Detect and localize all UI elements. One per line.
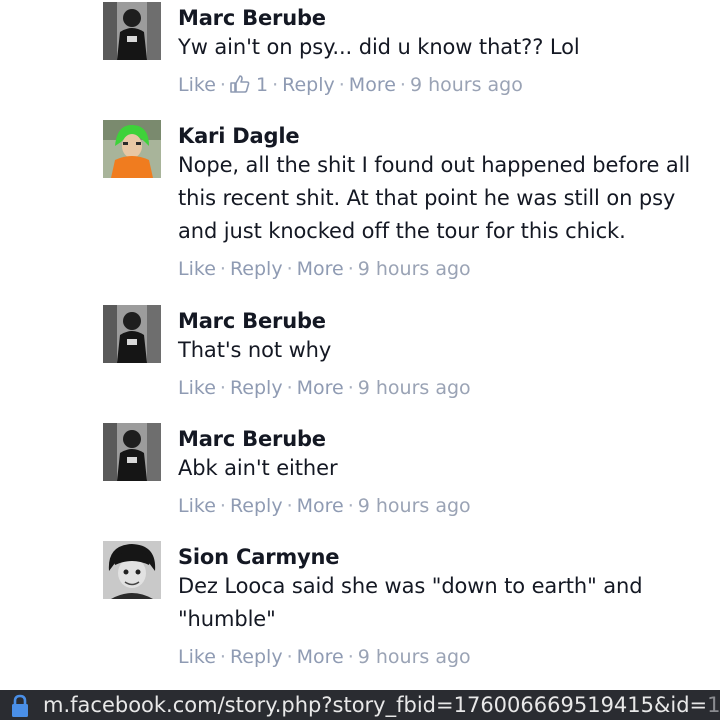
comment-text: That's not why bbox=[178, 338, 332, 362]
comment-text: Yw ain't on psy... did u know that?? Lol bbox=[178, 35, 580, 59]
avatar[interactable] bbox=[103, 423, 161, 481]
reply-link[interactable]: Reply bbox=[230, 495, 283, 517]
comment-actions: Like · Reply · More · 9 hours ago bbox=[178, 377, 471, 399]
comment-author[interactable]: Marc Berube bbox=[178, 308, 704, 334]
thumbs-up-icon[interactable] bbox=[230, 75, 250, 99]
like-count[interactable]: 1 bbox=[256, 74, 268, 96]
reply-link[interactable]: Reply bbox=[230, 646, 283, 668]
more-link[interactable]: More bbox=[297, 646, 344, 668]
comment-timestamp[interactable]: 9 hours ago bbox=[358, 377, 471, 399]
comment-author[interactable]: Kari Dagle bbox=[178, 123, 704, 149]
comment-timestamp[interactable]: 9 hours ago bbox=[358, 646, 471, 668]
comment-actions: Like · Reply · More · 9 hours ago bbox=[178, 495, 471, 517]
more-link[interactable]: More bbox=[349, 74, 396, 96]
comment-timestamp[interactable]: 9 hours ago bbox=[410, 74, 523, 96]
comment-author[interactable]: Marc Berube bbox=[178, 5, 704, 31]
comment-text: Dez Looca said she was "down to earth" a… bbox=[178, 574, 643, 631]
more-link[interactable]: More bbox=[297, 377, 344, 399]
avatar[interactable] bbox=[103, 305, 161, 363]
url-text[interactable]: m.facebook.com/story.php?story_fbid=1760… bbox=[43, 690, 720, 720]
comment-text: Abk ain't either bbox=[178, 456, 338, 480]
browser-url-bar[interactable]: m.facebook.com/story.php?story_fbid=1760… bbox=[0, 690, 720, 720]
comment-text: Nope, all the shit I found out happened … bbox=[178, 153, 691, 243]
comment-author[interactable]: Sion Carmyne bbox=[178, 544, 704, 570]
comment-actions: Like · 1 · Reply · More · 9 hours ago bbox=[178, 73, 704, 99]
avatar[interactable] bbox=[103, 120, 161, 178]
comment-actions: Like · Reply · More · 9 hours ago bbox=[178, 646, 471, 668]
reply-link[interactable]: Reply bbox=[230, 377, 283, 399]
reply-link[interactable]: Reply bbox=[230, 258, 283, 280]
like-link[interactable]: Like bbox=[178, 495, 216, 517]
comment-author[interactable]: Marc Berube bbox=[178, 426, 704, 452]
comment-timestamp[interactable]: 9 hours ago bbox=[358, 258, 471, 280]
reply-link[interactable]: Reply bbox=[282, 74, 335, 96]
like-link[interactable]: Like bbox=[178, 377, 216, 399]
avatar[interactable] bbox=[103, 2, 161, 60]
more-link[interactable]: More bbox=[297, 258, 344, 280]
comment-actions: Like · Reply · More · 9 hours ago bbox=[178, 258, 471, 280]
like-link[interactable]: Like bbox=[178, 74, 216, 96]
url-text-overflow: 10 bbox=[707, 693, 720, 717]
lock-icon bbox=[10, 694, 30, 720]
like-link[interactable]: Like bbox=[178, 258, 216, 280]
like-link[interactable]: Like bbox=[178, 646, 216, 668]
comment-timestamp[interactable]: 9 hours ago bbox=[358, 495, 471, 517]
avatar[interactable] bbox=[103, 541, 161, 599]
more-link[interactable]: More bbox=[297, 495, 344, 517]
